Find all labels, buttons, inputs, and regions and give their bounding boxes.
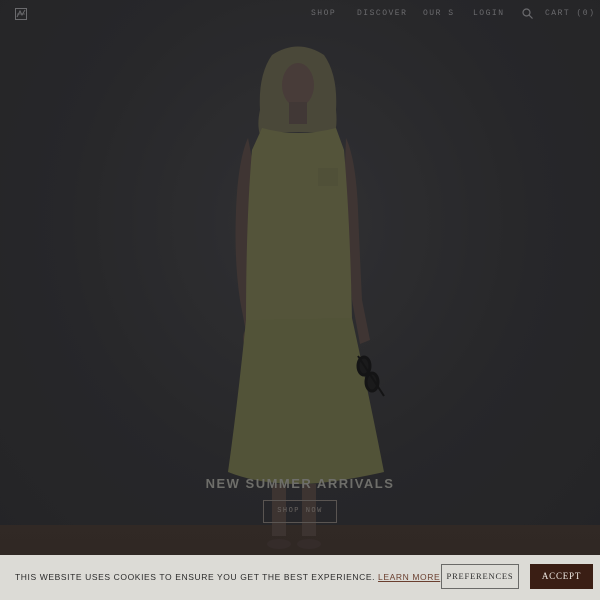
nav-link-login[interactable]: LOGIN xyxy=(473,9,505,18)
nav-link-shop[interactable]: SHOP xyxy=(311,9,336,18)
cookie-banner: THIS WEBSITE USES COOKIES TO ENSURE YOU … xyxy=(0,555,600,600)
hero-title: NEW SUMMER ARRIVALS xyxy=(205,476,395,491)
learn-more-link[interactable]: LEARN MORE xyxy=(378,572,440,582)
cart-link[interactable]: CART (0) xyxy=(545,9,595,18)
shop-now-button[interactable]: SHOP NOW xyxy=(263,500,337,523)
nav-link-our-story[interactable]: OUR S xyxy=(423,9,455,18)
nav-link-discover[interactable]: DISCOVER xyxy=(357,9,407,18)
hero-dim-overlay xyxy=(0,0,600,555)
top-navigation: SHOP DISCOVER OUR S LOGIN CART (0) xyxy=(0,0,600,28)
cookie-message: THIS WEBSITE USES COOKIES TO ENSURE YOU … xyxy=(15,572,376,582)
search-icon[interactable] xyxy=(522,8,533,19)
cookie-message-row: THIS WEBSITE USES COOKIES TO ENSURE YOU … xyxy=(15,572,440,582)
preferences-button[interactable]: PREFERENCES xyxy=(441,564,519,589)
page: SHOP DISCOVER OUR S LOGIN CART (0) NEW S… xyxy=(0,0,600,600)
brand-monogram-icon[interactable] xyxy=(15,8,27,20)
accept-button[interactable]: ACCEPT xyxy=(530,564,593,589)
